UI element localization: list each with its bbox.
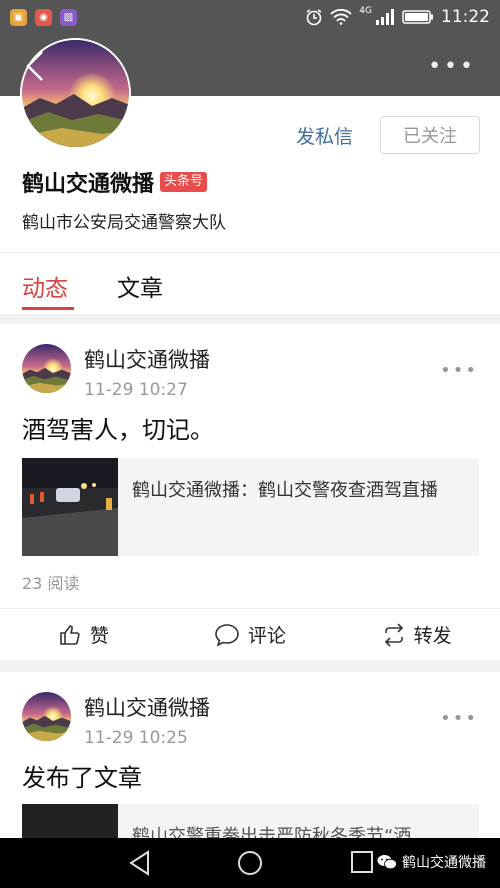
watermark-text: 鹤山交通微播 [402, 855, 486, 871]
post-avatar[interactable] [22, 692, 71, 741]
repost-icon [384, 622, 403, 647]
tab-dynamics[interactable]: 动态 [22, 269, 68, 303]
app-icon-1: ▣ [10, 8, 27, 26]
post-author[interactable]: 鹤山交通微播 [84, 692, 210, 722]
like-button[interactable]: 赞 [0, 609, 167, 660]
article-thumbnail [22, 458, 118, 556]
article-title: 鹤山交通微播：鹤山交警夜查酒驾直播 [132, 480, 438, 501]
signal-icon [376, 9, 394, 25]
read-count: 23 阅读 [22, 574, 80, 593]
profile-description: 鹤山市公安局交通警察大队 [22, 213, 226, 233]
post-more-icon[interactable]: ••• [440, 708, 478, 729]
thumbs-up-icon [60, 624, 80, 645]
share-label: 转发 [413, 625, 452, 647]
follow-button[interactable]: 已关注 [380, 116, 480, 154]
comment-icon [215, 623, 239, 647]
post-actions: 赞 评论 转发 [0, 608, 500, 660]
alarm-icon [306, 9, 322, 26]
post-more-icon[interactable]: ••• [440, 360, 478, 381]
app-icon-3: ▨ [60, 8, 77, 26]
status-time: 11:22 [441, 7, 490, 27]
post-avatar[interactable] [22, 344, 71, 393]
comment-button[interactable]: 评论 [167, 609, 334, 660]
comment-label: 评论 [248, 625, 287, 647]
home-circle-icon[interactable] [237, 850, 263, 876]
wechat-watermark: 鹤山交通微播 [377, 852, 486, 872]
profile-name-row: 鹤山交通微播 头条号 [22, 166, 208, 198]
post-author[interactable]: 鹤山交通微播 [84, 344, 210, 374]
tab-bar: 动态 文章 [0, 252, 500, 314]
wechat-icon [377, 855, 397, 870]
network-type: 4G [359, 6, 372, 16]
post-card: 鹤山交通微播 11-29 10:27 ••• 酒驾害人，切记。 鹤山交通微播：鹤… [0, 324, 500, 660]
send-message-button[interactable]: 发私信 [296, 122, 353, 149]
post-text: 发布了文章 [22, 764, 142, 792]
shared-article-link[interactable]: 鹤山交通微播：鹤山交警夜查酒驾直播 [22, 458, 479, 556]
status-bar: ▣ ◉ ▨ 4G 11:22 [0, 0, 500, 34]
recent-apps-icon[interactable] [350, 850, 374, 874]
like-label: 赞 [89, 625, 109, 647]
tab-articles[interactable]: 文章 [117, 269, 163, 303]
more-options-icon[interactable]: ••• [428, 54, 476, 79]
post-time: 11-29 10:27 [84, 380, 188, 400]
wifi-icon [330, 9, 352, 25]
app-icon-2: ◉ [35, 8, 52, 26]
tab-active-indicator [22, 307, 74, 310]
post-text: 酒驾害人，切记。 [22, 416, 214, 444]
post-time: 11-29 10:25 [84, 728, 188, 748]
profile-name: 鹤山交通微播 [22, 172, 155, 197]
toutiao-badge: 头条号 [160, 172, 208, 192]
system-navigation-bar: 鹤山交通微播 [0, 838, 500, 888]
back-arrow-icon[interactable] [22, 48, 48, 84]
battery-icon [402, 10, 433, 24]
back-triangle-icon[interactable] [128, 850, 152, 876]
post-card: 鹤山交通微播 11-29 10:25 ••• 发布了文章 鹤山交警重拳出击严防秋… [0, 672, 500, 844]
share-button[interactable]: 转发 [333, 609, 500, 660]
